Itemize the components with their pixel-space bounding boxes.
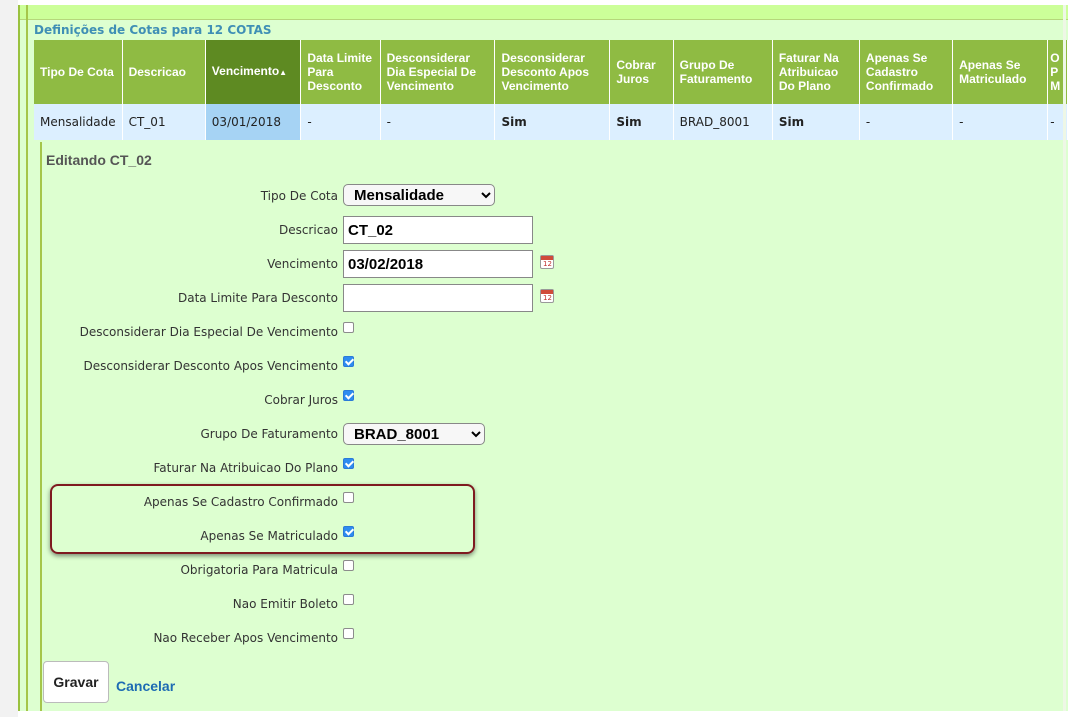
edit-panel bbox=[40, 142, 1068, 711]
cell-faturar: Sim bbox=[772, 104, 860, 140]
vencimento-label: Vencimento bbox=[267, 257, 338, 271]
page-left-margin bbox=[0, 0, 18, 717]
col-header-desc-desconto[interactable]: Desconsiderar Desconto Apos Vencimento bbox=[494, 40, 611, 104]
col-header-cadastro[interactable]: Apenas Se Cadastro Confirmado bbox=[859, 40, 954, 104]
col-header-data-limite[interactable]: Data Limite Para Desconto bbox=[300, 40, 381, 104]
obrigatoria-label: Obrigatoria Para Matricula bbox=[180, 563, 338, 577]
cell-desc-desconto: Sim bbox=[494, 104, 611, 140]
col-header-matriculado[interactable]: Apenas Se Matriculado bbox=[952, 40, 1049, 104]
cell-descricao: CT_01 bbox=[122, 104, 206, 140]
cancel-link[interactable]: Cancelar bbox=[116, 678, 175, 694]
cotas-table: Tipo De Cota Descricao Vencimento▲ Data … bbox=[34, 40, 1068, 140]
tipo-label: Tipo De Cota bbox=[260, 189, 338, 203]
vencimento-input[interactable] bbox=[343, 250, 533, 278]
faturar-checkbox[interactable] bbox=[343, 458, 354, 469]
table-row[interactable]: Mensalidade CT_01 03/01/2018 - - Sim Sim… bbox=[34, 104, 1068, 140]
cell-tipo: Mensalidade bbox=[34, 104, 123, 140]
col-header-faturar[interactable]: Faturar Na Atribuicao Do Plano bbox=[772, 40, 860, 104]
edit-title: Editando CT_02 bbox=[46, 152, 152, 168]
desc-dia-especial-label: Desconsiderar Dia Especial De Vencimento bbox=[79, 325, 338, 339]
cell-desc-dia-especial: - bbox=[380, 104, 496, 140]
col-header-vencimento[interactable]: Vencimento▲ bbox=[205, 40, 302, 104]
data-limite-input[interactable] bbox=[343, 284, 533, 312]
nao-receber-label: Nao Receber Apos Vencimento bbox=[153, 631, 338, 645]
col-header-descricao[interactable]: Descricao bbox=[122, 40, 206, 104]
faturar-label: Faturar Na Atribuicao Do Plano bbox=[153, 461, 338, 475]
highlight-annotation bbox=[50, 484, 475, 554]
cotas-frame: Definições de Cotas para 12 COTAS Tipo D… bbox=[18, 5, 1068, 711]
col-header-tipo[interactable]: Tipo De Cota bbox=[34, 40, 123, 104]
cell-cadastro: - bbox=[859, 104, 954, 140]
sort-asc-icon: ▲ bbox=[279, 68, 288, 77]
col-header-cobrar-juros[interactable]: Cobrar Juros bbox=[609, 40, 674, 104]
frame-inner-line bbox=[26, 5, 28, 711]
top-strip bbox=[20, 5, 1068, 20]
calendar-icon[interactable]: 12 bbox=[540, 255, 554, 269]
desc-desconto-label: Desconsiderar Desconto Apos Vencimento bbox=[83, 359, 338, 373]
section-title: Definições de Cotas para 12 COTAS bbox=[34, 23, 272, 37]
cobrar-juros-checkbox[interactable] bbox=[343, 390, 354, 401]
tipo-select[interactable]: Mensalidade bbox=[343, 184, 495, 206]
cell-matriculado: - bbox=[952, 104, 1049, 140]
nao-receber-checkbox[interactable] bbox=[343, 628, 354, 639]
grupo-select[interactable]: BRAD_8001 bbox=[343, 423, 485, 445]
desc-dia-especial-checkbox[interactable] bbox=[343, 322, 354, 333]
cell-vencimento: 03/01/2018 bbox=[205, 104, 302, 140]
descricao-input[interactable] bbox=[343, 216, 533, 244]
grupo-label: Grupo De Faturamento bbox=[200, 427, 338, 441]
cell-cobrar-juros: Sim bbox=[609, 104, 674, 140]
col-header-desc-dia-especial[interactable]: Desconsiderar Dia Especial De Vencimento bbox=[380, 40, 496, 104]
descricao-label: Descricao bbox=[278, 223, 338, 237]
save-button[interactable]: Gravar bbox=[43, 661, 109, 703]
frame-right-edge bbox=[1063, 5, 1066, 711]
cobrar-juros-label: Cobrar Juros bbox=[264, 393, 338, 407]
table-header-row: Tipo De Cota Descricao Vencimento▲ Data … bbox=[34, 40, 1068, 104]
obrigatoria-checkbox[interactable] bbox=[343, 560, 354, 571]
cell-data-limite: - bbox=[300, 104, 381, 140]
col-header-grupo[interactable]: Grupo De Faturamento bbox=[673, 40, 773, 104]
cell-grupo: BRAD_8001 bbox=[673, 104, 773, 140]
desc-desconto-checkbox[interactable] bbox=[343, 356, 354, 367]
nao-emitir-label: Nao Emitir Boleto bbox=[232, 597, 338, 611]
data-limite-label: Data Limite Para Desconto bbox=[177, 291, 338, 305]
nao-emitir-checkbox[interactable] bbox=[343, 594, 354, 605]
calendar-icon[interactable]: 12 bbox=[540, 289, 554, 303]
